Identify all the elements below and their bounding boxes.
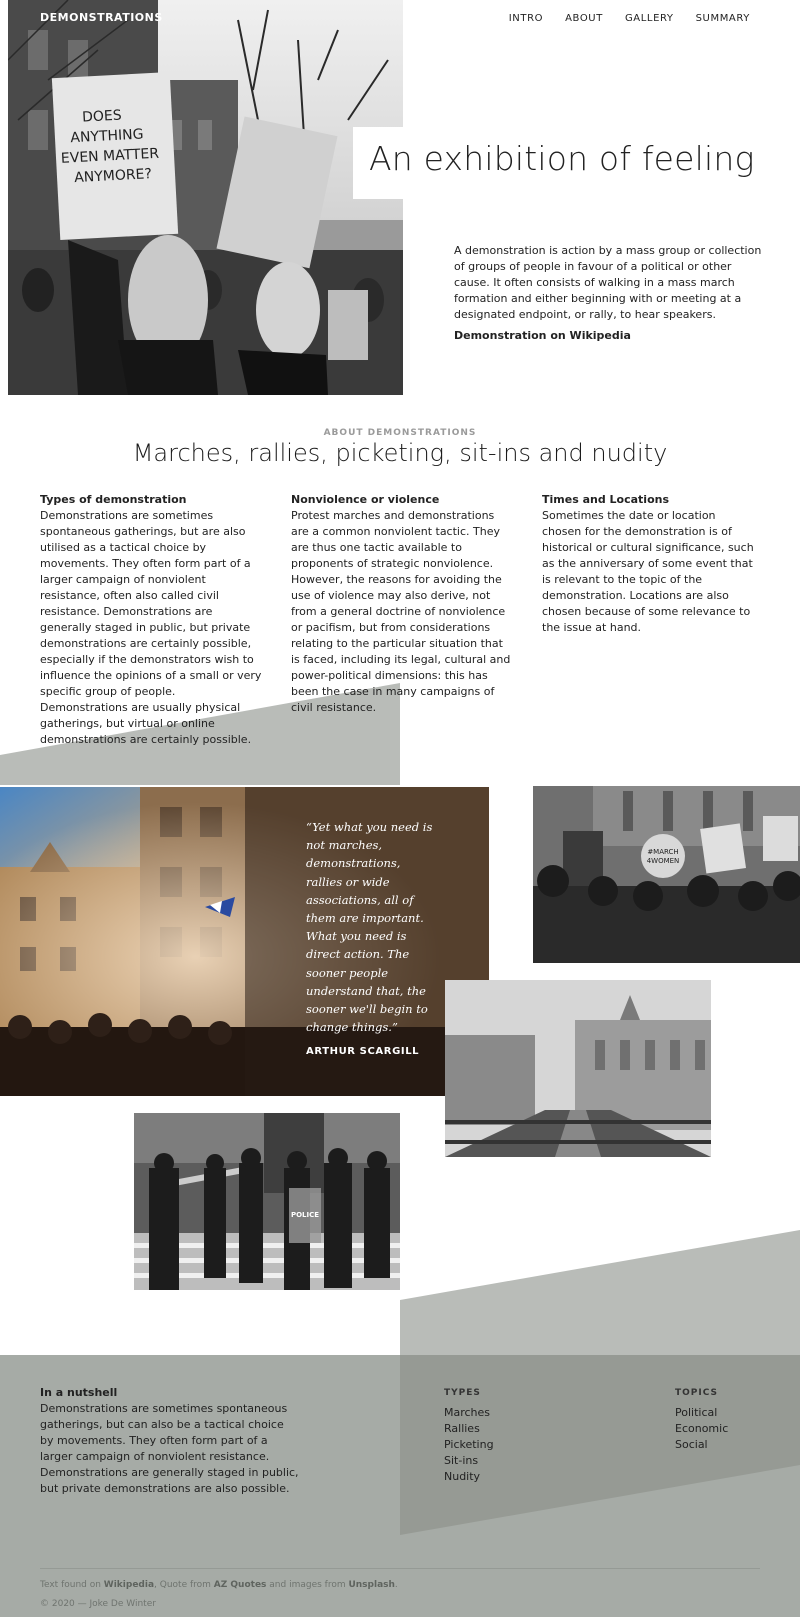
copyright: © 2020 — Joke De Winter	[40, 1599, 156, 1609]
about-column-types: Types of demonstration Demonstrations ar…	[40, 492, 265, 748]
type-link-marches[interactable]: Marches	[444, 1405, 494, 1421]
wikipedia-link[interactable]: Demonstration on Wikipedia	[454, 329, 631, 342]
credit-link-wikipedia[interactable]: Wikipedia	[104, 1580, 154, 1590]
nutshell-text: Demonstrations are sometimes spontaneous…	[40, 1402, 299, 1495]
march-sign-text: #MARCH	[647, 848, 678, 856]
quote-text: “Yet what you need is not marches, demon…	[306, 820, 433, 1035]
sign-text: DOES	[82, 108, 122, 126]
credit-link-azquotes[interactable]: AZ Quotes	[214, 1580, 267, 1590]
type-link-rallies[interactable]: Rallies	[444, 1421, 494, 1437]
nav-summary[interactable]: SUMMARY	[696, 13, 750, 24]
hero-title: An exhibition of feeling	[369, 139, 755, 178]
main-nav: INTRO ABOUT GALLERY SUMMARY	[509, 13, 750, 24]
police-shield-text: POLICE	[291, 1211, 319, 1219]
topics-list: Political Economic Social	[675, 1405, 728, 1453]
credits-text: , Quote from	[154, 1580, 214, 1590]
svg-text:4WOMEN: 4WOMEN	[647, 857, 680, 865]
column-text: Sometimes the date or location chosen fo…	[542, 509, 754, 634]
site-brand[interactable]: DEMONSTRATIONS	[40, 11, 163, 24]
types-list: Marches Rallies Picketing Sit-ins Nudity	[444, 1405, 494, 1485]
topic-link-economic[interactable]: Economic	[675, 1421, 728, 1437]
type-link-sit-ins[interactable]: Sit-ins	[444, 1453, 494, 1469]
about-column-nonviolence: Nonviolence or violence Protest marches …	[291, 492, 511, 716]
topics-heading: TOPICS	[675, 1388, 718, 1398]
topic-link-social[interactable]: Social	[675, 1437, 728, 1453]
column-heading: Nonviolence or violence	[291, 493, 440, 506]
type-link-nudity[interactable]: Nudity	[444, 1469, 494, 1485]
hero-photo: DOES ANYTHING EVEN MATTER ANYMORE?	[8, 0, 403, 395]
credit-link-unsplash[interactable]: Unsplash	[348, 1580, 394, 1590]
type-link-picketing[interactable]: Picketing	[444, 1437, 494, 1453]
topic-link-political[interactable]: Political	[675, 1405, 728, 1421]
credits-suffix: .	[394, 1580, 398, 1590]
footer-top-wedge	[400, 1230, 800, 1356]
gallery-photo-march: #MARCH 4WOMEN	[533, 786, 800, 963]
gallery-photo-street	[445, 980, 711, 1157]
about-title: Marches, rallies, picketing, sit-ins and…	[132, 439, 668, 467]
about-column-times: Times and Locations Sometimes the date o…	[542, 492, 757, 636]
column-heading: Types of demonstration	[40, 493, 187, 506]
nutshell-heading: In a nutshell	[40, 1386, 118, 1399]
credits: Text found on Wikipedia, Quote from AZ Q…	[40, 1580, 398, 1590]
hero-description: A demonstration is action by a mass grou…	[454, 244, 762, 321]
column-text: Protest marches and demonstrations are a…	[291, 509, 511, 714]
about-eyebrow: ABOUT DEMONSTRATIONS	[323, 428, 477, 438]
column-heading: Times and Locations	[542, 493, 670, 506]
credits-prefix: Text found on	[40, 1580, 104, 1590]
credits-text: and images from	[266, 1580, 349, 1590]
nav-gallery[interactable]: GALLERY	[625, 13, 674, 24]
nav-intro[interactable]: INTRO	[509, 13, 543, 24]
types-heading: TYPES	[444, 1388, 481, 1398]
footer-divider	[40, 1568, 760, 1569]
nav-about[interactable]: ABOUT	[565, 13, 603, 24]
column-text: Demonstrations are sometimes spontaneous…	[40, 509, 262, 746]
quote-author: ARTHUR SCARGILL	[306, 1046, 420, 1057]
